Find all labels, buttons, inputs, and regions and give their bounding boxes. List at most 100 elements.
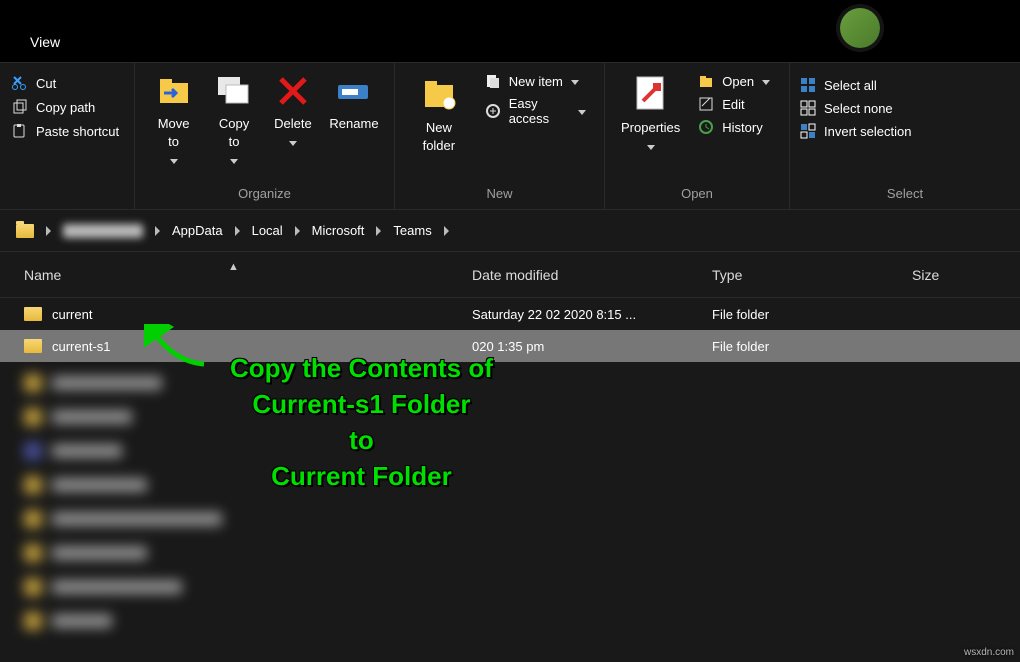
breadcrumb-root[interactable] [10, 220, 40, 242]
open-label: Open [722, 74, 754, 89]
column-size[interactable]: Size [900, 267, 1020, 283]
select-group-label: Select [790, 180, 1020, 207]
chevron-down-icon [289, 141, 297, 146]
new-folder-button[interactable]: New folder [403, 69, 475, 159]
column-name[interactable]: Name ▲ [0, 267, 460, 283]
copy-path-label: Copy path [36, 100, 95, 115]
folder-icon [24, 307, 42, 321]
properties-icon [631, 73, 671, 113]
organize-group-label: Organize [135, 180, 394, 207]
delete-button[interactable]: Delete [264, 69, 322, 155]
chevron-down-icon [578, 110, 586, 115]
file-name: current-s1 [52, 339, 111, 354]
easy-access-button[interactable]: Easy access [485, 96, 586, 126]
rename-button[interactable]: Rename [322, 69, 386, 137]
paste-shortcut-icon [12, 123, 28, 139]
rename-label: Rename [329, 116, 378, 131]
tab-view[interactable]: View [20, 30, 70, 54]
open-icon [698, 73, 714, 89]
new-folder-label: New folder [423, 120, 456, 153]
column-header[interactable]: Name ▲ Date modified Type Size [0, 252, 1020, 298]
new-folder-icon [419, 73, 459, 113]
file-type: File folder [700, 307, 900, 322]
ribbon: Cut Copy path Paste shortcut [0, 62, 1020, 210]
new-item-label: New item [509, 74, 563, 89]
chevron-down-icon [170, 159, 178, 164]
copy-to-icon [214, 73, 254, 109]
chevron-right-icon [46, 226, 51, 236]
folder-icon [24, 339, 42, 353]
select-none-icon [800, 100, 816, 116]
select-none-button[interactable]: Select none [800, 100, 1010, 116]
ribbon-group-open: Properties Open Edit History Open [605, 63, 790, 209]
edit-label: Edit [722, 97, 744, 112]
folder-icon [16, 224, 34, 238]
copy-path-button[interactable]: Copy path [12, 99, 123, 115]
select-all-button[interactable]: Select all [800, 77, 1010, 93]
move-to-icon [154, 73, 194, 109]
paste-shortcut-label: Paste shortcut [36, 124, 119, 139]
invert-selection-button[interactable]: Invert selection [800, 123, 1010, 139]
titlebar: View [0, 0, 1020, 62]
edit-button[interactable]: Edit [698, 96, 770, 112]
chevron-right-icon [295, 226, 300, 236]
select-all-icon [800, 77, 816, 93]
chevron-right-icon [444, 226, 449, 236]
rename-icon [334, 73, 374, 109]
chevron-down-icon [571, 80, 579, 85]
move-to-label: Move to [158, 116, 190, 149]
delete-label: Delete [274, 116, 312, 131]
column-type[interactable]: Type [700, 267, 900, 283]
table-row[interactable]: current Saturday 22 02 2020 8:15 ... Fil… [0, 298, 1020, 330]
file-type: File folder [700, 339, 900, 354]
new-item-button[interactable]: New item [485, 73, 586, 89]
chevron-right-icon [155, 226, 160, 236]
chevron-down-icon [230, 159, 238, 164]
easy-access-icon [485, 103, 501, 119]
avatar [840, 8, 880, 48]
invert-selection-icon [800, 123, 816, 139]
select-all-label: Select all [824, 78, 877, 93]
file-list: Name ▲ Date modified Type Size current S… [0, 252, 1020, 662]
history-button[interactable]: History [698, 119, 770, 135]
new-group-label: New [395, 180, 604, 207]
chevron-down-icon [647, 145, 655, 150]
file-date: Saturday 22 02 2020 8:15 ... [460, 307, 700, 322]
file-name: current [52, 307, 92, 322]
move-to-button[interactable]: Move to [143, 69, 204, 173]
breadcrumb-teams[interactable]: Teams [387, 219, 437, 242]
paste-shortcut-button[interactable]: Paste shortcut [12, 123, 123, 139]
breadcrumb-appdata[interactable]: AppData [166, 219, 229, 242]
open-button[interactable]: Open [698, 73, 770, 89]
breadcrumb-microsoft[interactable]: Microsoft [306, 219, 371, 242]
chevron-right-icon [235, 226, 240, 236]
select-none-label: Select none [824, 101, 893, 116]
invert-selection-label: Invert selection [824, 124, 911, 139]
column-date[interactable]: Date modified [460, 267, 700, 283]
new-item-icon [485, 73, 501, 89]
ribbon-group-select: Select all Select none Invert selection … [790, 63, 1020, 209]
breadcrumb-hidden[interactable] [57, 220, 149, 242]
ribbon-group-new: New folder New item Easy access New [395, 63, 605, 209]
ribbon-group-label-clipboard [0, 195, 134, 207]
table-row[interactable]: current-s1 020 1:35 pm File folder [0, 330, 1020, 362]
addressbar[interactable]: AppData Local Microsoft Teams [0, 210, 1020, 252]
delete-icon [275, 73, 311, 109]
edit-icon [698, 96, 714, 112]
history-label: History [722, 120, 762, 135]
history-icon [698, 119, 714, 135]
chevron-right-icon [376, 226, 381, 236]
properties-button[interactable]: Properties [613, 69, 688, 159]
blurred-rows [0, 362, 1020, 638]
cut-button[interactable]: Cut [12, 75, 123, 91]
copy-path-icon [12, 99, 28, 115]
ribbon-group-clipboard: Cut Copy path Paste shortcut [0, 63, 135, 209]
breadcrumb-local[interactable]: Local [246, 219, 289, 242]
properties-label: Properties [621, 120, 680, 135]
ribbon-group-organize: Move to Copy to Delete Rename O [135, 63, 395, 209]
easy-access-label: Easy access [509, 96, 570, 126]
copy-to-button[interactable]: Copy to [204, 69, 264, 173]
chevron-down-icon [762, 80, 770, 85]
cut-label: Cut [36, 76, 56, 91]
cut-icon [12, 75, 28, 91]
